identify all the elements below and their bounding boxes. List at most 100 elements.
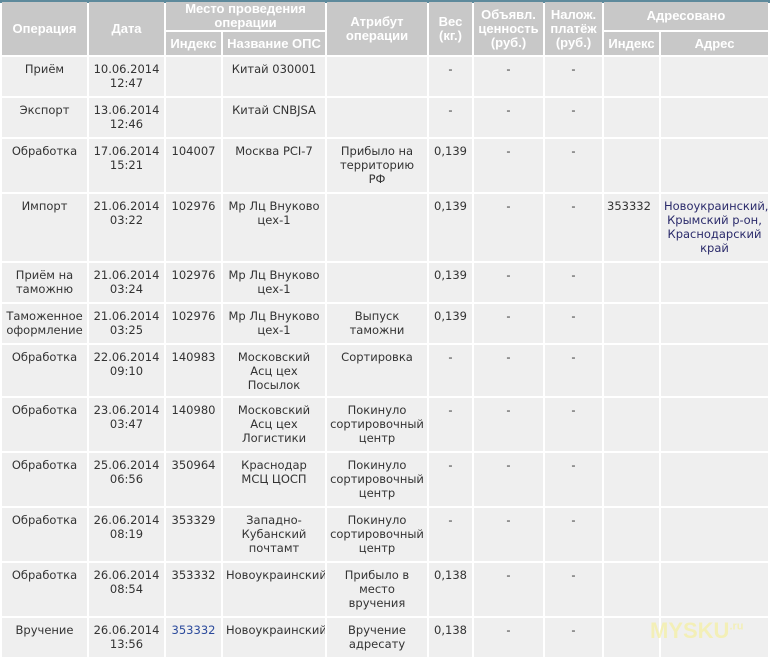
- header-addr-index: Индекс: [604, 32, 659, 55]
- cell-cod: -: [545, 263, 602, 302]
- cell-address: [661, 563, 768, 616]
- cell-place-name: Китай 030001: [223, 57, 325, 96]
- cell-attribute: Покинуло сортировочный центр: [327, 453, 427, 506]
- cell-place-index: 140983: [166, 345, 221, 396]
- cell-weight: -: [429, 98, 472, 137]
- cell-address: [661, 139, 768, 192]
- cell-date: 13.06.2014 12:46: [89, 98, 164, 137]
- cell-attribute: [327, 194, 427, 261]
- cell-place-name: Московский Асц цех Посылок: [223, 345, 325, 396]
- header-operation: Операция: [2, 2, 87, 55]
- cell-attribute: [327, 57, 427, 96]
- cell-operation: Обработка: [2, 139, 87, 192]
- cell-place-name: Мр Лц Внуково цех-1: [223, 304, 325, 343]
- cell-cod: -: [545, 563, 602, 616]
- cell-attribute: Сортировка: [327, 345, 427, 396]
- cell-place-name: Москва PCI-7: [223, 139, 325, 192]
- cell-place-index: 353332: [166, 618, 221, 657]
- cell-declared-value: -: [474, 98, 543, 137]
- cell-date: 17.06.2014 15:21: [89, 139, 164, 192]
- cell-declared-value: -: [474, 263, 543, 302]
- cell-addr-index: 353332: [604, 194, 659, 261]
- cell-place-index: 353329: [166, 508, 221, 561]
- cell-declared-value: -: [474, 618, 543, 657]
- header-attribute: Атрибут операции: [327, 2, 427, 55]
- cell-place-index: [166, 57, 221, 96]
- header-declared-value: Объявл. ценность (руб.): [474, 2, 543, 55]
- cell-weight: 0,139: [429, 139, 472, 192]
- cell-cod: -: [545, 194, 602, 261]
- cell-declared-value: -: [474, 563, 543, 616]
- cell-operation: Таможенное оформление: [2, 304, 87, 343]
- cell-address: [661, 453, 768, 506]
- table-row: Обработка 23.06.2014 03:47 140980 Московски…: [2, 398, 768, 451]
- cell-place-index: 102976: [166, 304, 221, 343]
- cell-date: 10.06.2014 12:47: [89, 57, 164, 96]
- cell-date: 26.06.2014 08:19: [89, 508, 164, 561]
- cell-cod: -: [545, 57, 602, 96]
- index-link[interactable]: 353332: [172, 623, 216, 637]
- cell-declared-value: -: [474, 398, 543, 451]
- cell-weight: 0,139: [429, 263, 472, 302]
- cell-attribute: Покинуло сортировочный центр: [327, 398, 427, 451]
- cell-cod: -: [545, 304, 602, 343]
- header-place: Место проведения операции: [166, 2, 325, 30]
- cell-address: [661, 263, 768, 302]
- cell-place-name: Московский Асц цех Логистики: [223, 398, 325, 451]
- cell-date: 22.06.2014 09:10: [89, 345, 164, 396]
- cell-attribute: Выпуск таможни: [327, 304, 427, 343]
- cell-operation: Экспорт: [2, 98, 87, 137]
- cell-address: [661, 508, 768, 561]
- cell-address: Новоукраинский, Крымский р-он, Краснодар…: [661, 194, 768, 261]
- cell-date: 21.06.2014 03:25: [89, 304, 164, 343]
- cell-place-name: Мр Лц Внуково цех-1: [223, 194, 325, 261]
- cell-attribute: [327, 263, 427, 302]
- table-row: Обработка 25.06.2014 06:56 350964 Краснодар…: [2, 453, 768, 506]
- cell-declared-value: -: [474, 508, 543, 561]
- cell-declared-value: -: [474, 304, 543, 343]
- cell-cod: -: [545, 618, 602, 657]
- cell-declared-value: -: [474, 345, 543, 396]
- cell-address: [661, 304, 768, 343]
- cell-operation: Обработка: [2, 563, 87, 616]
- table-row: Обработка 26.06.2014 08:54 353332 Новоукраи…: [2, 563, 768, 616]
- cell-weight: 0,138: [429, 618, 472, 657]
- cell-place-name: Краснодар МСЦ ЦОСП: [223, 453, 325, 506]
- cell-date: 21.06.2014 03:24: [89, 263, 164, 302]
- cell-attribute: Прибыло в место вручения: [327, 563, 427, 616]
- cell-weight: 0,139: [429, 194, 472, 261]
- cell-place-name: Новоукраинский: [223, 563, 325, 616]
- header-place-index: Индекс: [166, 32, 221, 55]
- cell-date: 25.06.2014 06:56: [89, 453, 164, 506]
- table-row: Таможенное оформление 21.06.2014 03:25 102…: [2, 304, 768, 343]
- cell-date: 26.06.2014 13:56: [89, 618, 164, 657]
- cell-weight: -: [429, 345, 472, 396]
- cell-weight: -: [429, 453, 472, 506]
- cell-cod: -: [545, 508, 602, 561]
- cell-cod: -: [545, 345, 602, 396]
- cell-operation: Вручение: [2, 618, 87, 657]
- header-place-name: Название ОПС: [223, 32, 325, 55]
- cell-weight: 0,139: [429, 304, 472, 343]
- cell-place-index: 140980: [166, 398, 221, 451]
- cell-place-index: 104007: [166, 139, 221, 192]
- cell-declared-value: -: [474, 139, 543, 192]
- cell-address: [661, 345, 768, 396]
- cell-declared-value: -: [474, 194, 543, 261]
- table-row: Обработка 26.06.2014 08:19 353329 Западно-К…: [2, 508, 768, 561]
- watermark-logo: MYSKU.ru: [650, 618, 744, 643]
- cell-operation: Обработка: [2, 345, 87, 396]
- cell-addr-index: [604, 563, 659, 616]
- cell-addr-index: [604, 304, 659, 343]
- cell-addr-index: [604, 398, 659, 451]
- cell-weight: 0,138: [429, 563, 472, 616]
- cell-operation: Приём на таможню: [2, 263, 87, 302]
- cell-date: 21.06.2014 03:22: [89, 194, 164, 261]
- cell-cod: -: [545, 139, 602, 192]
- cell-date: 23.06.2014 03:47: [89, 398, 164, 451]
- cell-place-name: Западно-Кубанский почтамт: [223, 508, 325, 561]
- table-row: Приём 10.06.2014 12:47 Китай 030001- - -: [2, 57, 768, 96]
- table-row: Импорт 21.06.2014 03:22 102976 Мр Лц Внуков…: [2, 194, 768, 261]
- cell-attribute: Вручение адресату: [327, 618, 427, 657]
- cell-operation: Обработка: [2, 453, 87, 506]
